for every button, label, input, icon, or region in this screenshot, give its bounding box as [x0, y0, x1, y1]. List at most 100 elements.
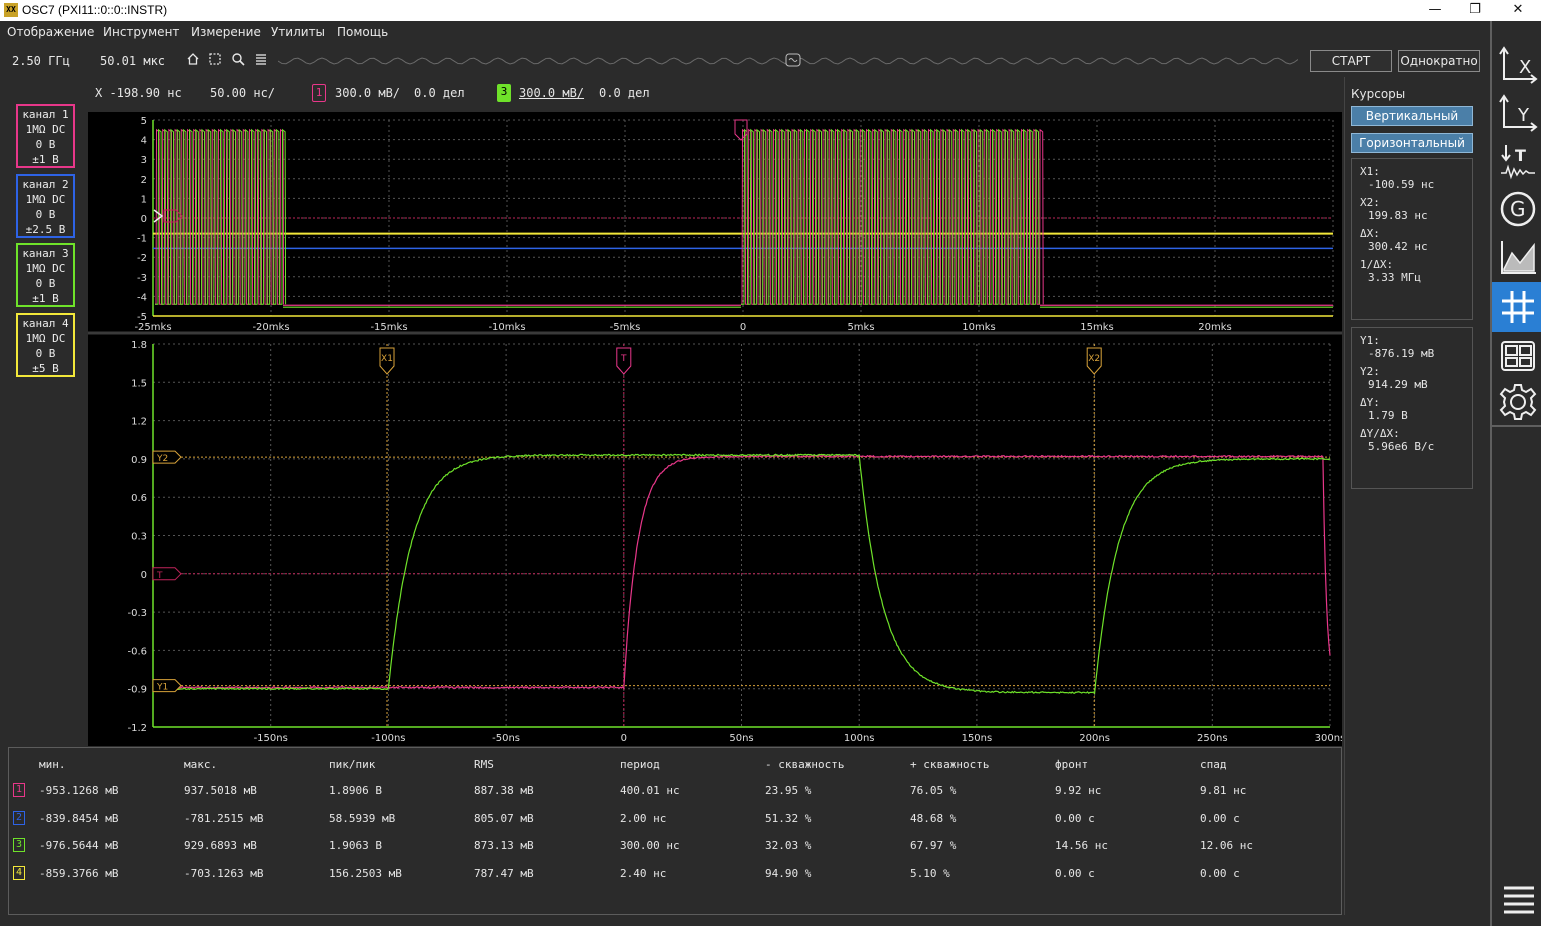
overview-plot: 543210-1-2-3-4-5-25mks -20mks -15mks -10mks…: [134, 116, 1333, 333]
y1-label: Y1:: [1360, 334, 1472, 347]
home-icon[interactable]: [185, 52, 201, 68]
window-title: OSC7 (PXI11::0::0::INSTR): [22, 3, 167, 17]
settings-icon[interactable]: [1492, 379, 1541, 425]
vertical-cursor-button[interactable]: Вертикальный: [1351, 106, 1473, 126]
menu-help[interactable]: Помощь: [337, 25, 388, 39]
cell-fall: 9.81 нс: [1200, 784, 1246, 797]
cell-fall: 0.00 с: [1200, 867, 1240, 880]
x-cursor-readout: X1: -100.59 нс X2: 199.83 нс ΔX: 300.42 …: [1351, 158, 1473, 320]
y-tick-label: 1.8: [131, 340, 147, 351]
generator-icon[interactable]: G: [1492, 186, 1541, 232]
x-tick-label: -10mks: [488, 322, 525, 333]
ch3-scale-input[interactable]: 300.0 мВ/: [519, 86, 584, 100]
y-tick-label: 0: [141, 570, 147, 581]
grid-icon[interactable]: [1492, 282, 1541, 332]
x-tick-label: -50ns: [492, 733, 520, 744]
x-tick-label: 0: [621, 733, 627, 744]
x-position[interactable]: X -198.90 нс: [95, 86, 182, 100]
waveform-canvas[interactable]: 543210-1-2-3-4-5-25mks -20mks -15mks -10mks…: [88, 112, 1342, 746]
maximize-button[interactable]: ❐: [1455, 0, 1495, 21]
x-axis-icon[interactable]: X: [1492, 42, 1541, 88]
x-tick-label: 20mks: [1198, 322, 1231, 333]
dydx-label: ΔY/ΔX:: [1360, 427, 1472, 440]
y-axis-icon[interactable]: Y: [1492, 90, 1541, 136]
zoom-icon[interactable]: [230, 52, 246, 68]
channel-2-box[interactable]: канал 2 1MΩ DC 0 В ±2.5 В: [16, 174, 75, 238]
ch1-badge[interactable]: 1: [312, 84, 326, 102]
cell-min: -859.3766 мВ: [39, 867, 118, 880]
trigger-icon[interactable]: T: [1492, 138, 1541, 184]
layout-icon[interactable]: [1492, 333, 1541, 379]
y-tick-label: 0.3: [131, 532, 147, 543]
x-tick-label: 5mks: [847, 322, 874, 333]
cell-rise: 0.00 с: [1055, 867, 1095, 880]
ch3-offset[interactable]: 0.0 дел: [599, 86, 650, 100]
channel-coupling: 1MΩ DC: [18, 331, 73, 346]
channel-coupling: 1MΩ DC: [18, 192, 73, 207]
y-tick-label: 3: [141, 155, 147, 166]
cell-rms: 805.07 мВ: [474, 812, 534, 825]
toolbar: 2.50 ГГц 50.01 мкс: [0, 43, 1490, 77]
select-region-icon[interactable]: [207, 52, 223, 68]
channel-range: ±5 В: [18, 361, 73, 376]
channel-4-box[interactable]: канал 4 1MΩ DC 0 В ±5 В: [16, 313, 75, 377]
horizontal-cursor-button[interactable]: Горизонтальный: [1351, 133, 1473, 153]
measurements-table: мин. макс. пик/пик RMS период - скважнос…: [8, 747, 1342, 915]
x-tick-label: 300ns: [1315, 733, 1342, 744]
x-tick-label: -15mks: [370, 322, 407, 333]
minimize-button[interactable]: —: [1415, 0, 1455, 21]
timebase[interactable]: 50.00 нс/: [210, 86, 275, 100]
channel-coupling: 1MΩ DC: [18, 122, 73, 137]
y-tick-label: -0.3: [127, 608, 147, 619]
channel-1-box[interactable]: канал 1 1MΩ DC 0 В ±1 В: [16, 104, 75, 168]
menu-icon[interactable]: [1492, 877, 1541, 923]
cell-period: 2.00 нс: [620, 812, 666, 825]
chart-icon[interactable]: [1492, 234, 1541, 280]
menu-measure[interactable]: Измерение: [191, 25, 261, 39]
ch1-scale[interactable]: 300.0 мВ/: [335, 86, 400, 100]
channel-scale-bar: X -198.90 нс 50.00 нс/ 1 300.0 мВ/ 0.0 д…: [0, 80, 1340, 106]
header-rise: фронт: [1055, 758, 1088, 771]
plot-area[interactable]: 5 4 3 2 1 0 -1 -2 -3 -4 -5 -25mks -20mks -15mks -10mks…: [88, 112, 1342, 746]
channel-range: ±2.5 В: [18, 222, 73, 237]
cell-min: -839.8454 мВ: [39, 812, 118, 825]
list-icon[interactable]: [253, 52, 269, 68]
channel-coupling: 1MΩ DC: [18, 261, 73, 276]
svg-text:T: T: [1515, 146, 1526, 165]
channel-name: канал 4: [18, 316, 73, 331]
cursor-y2-tag-label: Y2: [156, 454, 168, 464]
ch1-offset[interactable]: 0.0 дел: [414, 86, 465, 100]
cursor-panel: Курсоры Вертикальный Горизонтальный X1: …: [1344, 77, 1486, 915]
ch3-badge[interactable]: 3: [497, 84, 511, 102]
cell-max: -703.1263 мВ: [184, 867, 263, 880]
header-period: период: [620, 758, 660, 771]
menu-utilities[interactable]: Утилиты: [271, 25, 325, 39]
channel-offset: 0 В: [18, 207, 73, 222]
channel-offset: 0 В: [18, 346, 73, 361]
menu-instrument[interactable]: Инструмент: [103, 25, 179, 39]
channel-3-box[interactable]: канал 3 1MΩ DC 0 В ±1 В: [16, 243, 75, 307]
title-bar: XX OSC7 (PXI11::0::0::INSTR) — ❐ ✕: [0, 0, 1541, 21]
svg-text:G: G: [1510, 197, 1526, 221]
cell-pos-duty: 67.97 %: [910, 839, 956, 852]
trigger-tag-label: T: [620, 354, 627, 364]
cell-pk-pk: 1.9063 В: [329, 839, 382, 852]
x-tick-label: 10mks: [962, 322, 995, 333]
dy-value: 1.79 В: [1360, 409, 1472, 422]
single-button[interactable]: Однократно: [1398, 50, 1480, 72]
close-button[interactable]: ✕: [1498, 0, 1538, 21]
channel-name: канал 3: [18, 246, 73, 261]
menu-display[interactable]: Отображение: [7, 25, 94, 39]
cursor-y1-tag-label: Y1: [156, 683, 168, 693]
cell-pos-duty: 48.68 %: [910, 812, 956, 825]
y-tick-label: 5: [141, 116, 147, 127]
channel-offset: 0 В: [18, 137, 73, 152]
x-tick-label: -5mks: [610, 322, 641, 333]
x2-value: 199.83 нс: [1360, 209, 1472, 222]
ch1-level-marker: [164, 210, 182, 222]
header-min: мин.: [39, 758, 66, 771]
start-button[interactable]: СТАРТ: [1310, 50, 1392, 72]
dx-label: ΔX:: [1360, 227, 1472, 240]
y-tick-label: -1.2: [127, 723, 147, 734]
record-position-slider[interactable]: [278, 51, 1298, 71]
